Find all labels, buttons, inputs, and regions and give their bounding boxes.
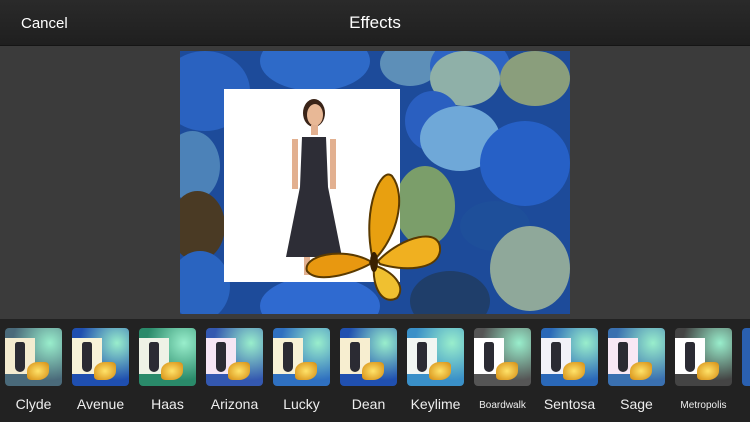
effect-thumbnail-avenue[interactable] xyxy=(72,328,129,386)
effect-thumbnail-metropolis[interactable] xyxy=(675,328,732,386)
thumb-figure xyxy=(15,342,25,372)
thumb-figure xyxy=(484,342,494,372)
top-bar: Cancel Effects xyxy=(0,0,750,46)
thumb-butterfly xyxy=(228,362,250,380)
effect-label[interactable]: Haas xyxy=(134,396,201,412)
effect-thumbnail-arizona[interactable] xyxy=(206,328,263,386)
effect-thumbnail-partial[interactable] xyxy=(742,328,750,386)
thumb-butterfly xyxy=(630,362,652,380)
stone xyxy=(490,226,570,311)
effect-label[interactable]: Sentosa xyxy=(536,396,603,412)
thumb-figure xyxy=(216,342,226,372)
effect-label[interactable]: Metropolis xyxy=(670,400,737,411)
thumb-figure xyxy=(685,342,695,372)
thumb-butterfly xyxy=(27,362,49,380)
effect-thumbnail-dean[interactable] xyxy=(340,328,397,386)
thumb-figure xyxy=(551,342,561,372)
butterfly-sticker xyxy=(305,173,442,301)
effect-label[interactable]: Sage xyxy=(603,396,670,412)
effect-thumbnail-boardwalk[interactable] xyxy=(474,328,531,386)
effect-thumbnail-keylime[interactable] xyxy=(407,328,464,386)
thumb-butterfly xyxy=(362,362,384,380)
effect-label[interactable]: Clyde xyxy=(0,396,67,412)
effect-thumbnail-lucky[interactable] xyxy=(273,328,330,386)
effect-thumbnail-haas[interactable] xyxy=(139,328,196,386)
thumb-figure xyxy=(350,342,360,372)
effect-label[interactable]: Avenue xyxy=(67,396,134,412)
stone xyxy=(180,251,230,314)
thumb-figure xyxy=(618,342,628,372)
thumb-butterfly xyxy=(429,362,451,380)
effect-thumbnail-sentosa[interactable] xyxy=(541,328,598,386)
thumb-butterfly xyxy=(295,362,317,380)
thumb-butterfly xyxy=(161,362,183,380)
effects-strip[interactable]: Clyde Avenue Haas Arizona Lucky Dean Keylime Bo… xyxy=(0,319,750,422)
thumb-figure xyxy=(149,342,159,372)
thumb-butterfly xyxy=(496,362,518,380)
thumb-figure xyxy=(283,342,293,372)
effect-label[interactable]: Boardwalk xyxy=(469,400,536,411)
effect-thumbnail-clyde[interactable] xyxy=(5,328,62,386)
effect-label[interactable]: Dean xyxy=(335,396,402,412)
effect-label[interactable]: Keylime xyxy=(402,396,469,412)
thumb-figure xyxy=(82,342,92,372)
stone xyxy=(500,51,570,106)
thumb-butterfly xyxy=(94,362,116,380)
effect-thumbnail-sage[interactable] xyxy=(608,328,665,386)
stone xyxy=(480,121,570,206)
photo-preview xyxy=(180,51,570,314)
thumb-figure xyxy=(417,342,427,372)
page-title: Effects xyxy=(349,13,401,32)
effect-label[interactable]: Lucky xyxy=(268,396,335,412)
thumb-butterfly xyxy=(563,362,585,380)
stone xyxy=(260,51,370,91)
effect-label[interactable]: Arizona xyxy=(201,396,268,412)
thumb-butterfly xyxy=(697,362,719,380)
